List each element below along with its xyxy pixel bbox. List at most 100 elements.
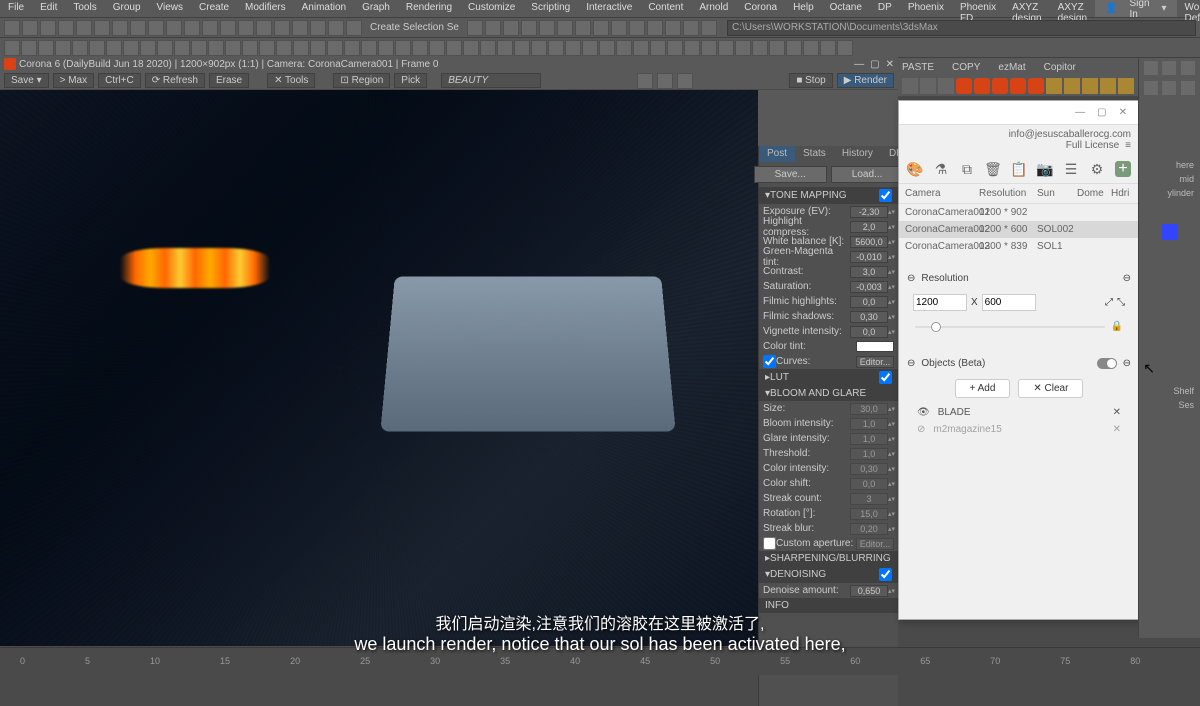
- zoom-out-icon[interactable]: [677, 73, 693, 89]
- tool-icon[interactable]: [769, 40, 785, 56]
- tool-icon[interactable]: [140, 40, 156, 56]
- tool-icon[interactable]: [225, 40, 241, 56]
- panel-icon[interactable]: [1144, 81, 1158, 95]
- tint-swatch[interactable]: [856, 341, 894, 352]
- float-titlebar[interactable]: —▢✕: [899, 101, 1139, 125]
- tool-icon[interactable]: [803, 40, 819, 56]
- menu-edit[interactable]: Edit: [32, 0, 65, 17]
- tool-icon[interactable]: [480, 40, 496, 56]
- denoise-input[interactable]: 0,650: [850, 585, 888, 597]
- close-icon[interactable]: ✕: [886, 59, 894, 70]
- collapse-icon[interactable]: ⊖: [907, 358, 915, 369]
- menu-help[interactable]: Help: [785, 0, 822, 17]
- tool-icon[interactable]: [106, 40, 122, 56]
- tool-icon[interactable]: [238, 20, 254, 36]
- tab-stats[interactable]: Stats: [795, 146, 834, 162]
- col-dome[interactable]: Dome: [1077, 188, 1111, 199]
- tool-icon[interactable]: [718, 40, 734, 56]
- spinner-icon[interactable]: ▴▾: [888, 298, 894, 306]
- tool-icon[interactable]: [202, 20, 218, 36]
- section-denoise[interactable]: ▾ DENOISING: [759, 566, 898, 583]
- settings-icon[interactable]: ⚙: [1089, 161, 1105, 177]
- zoom-in-icon[interactable]: [657, 73, 673, 89]
- tool-icon[interactable]: [752, 40, 768, 56]
- tool-icon[interactable]: [328, 20, 344, 36]
- height-input[interactable]: [982, 294, 1036, 311]
- tool-icon[interactable]: [58, 20, 74, 36]
- aperture-toggle[interactable]: [763, 537, 776, 550]
- save-dropdown[interactable]: Save ▾: [4, 73, 49, 88]
- tool-icon[interactable]: [191, 40, 207, 56]
- tool-icon[interactable]: [647, 20, 663, 36]
- filmsh-input[interactable]: 0,30: [850, 311, 888, 323]
- tool-icon[interactable]: [184, 20, 200, 36]
- tonemap-toggle[interactable]: [879, 189, 892, 202]
- spinner-icon[interactable]: ▴▾: [888, 313, 894, 321]
- exposure-input[interactable]: -2,30: [850, 206, 888, 218]
- tool-icon[interactable]: [1046, 78, 1062, 94]
- stop-button[interactable]: ■ Stop: [789, 73, 832, 88]
- colorint-input[interactable]: 0,30: [850, 463, 888, 475]
- tool-icon[interactable]: [429, 40, 445, 56]
- tool-icon[interactable]: [463, 40, 479, 56]
- tool-icon[interactable]: [412, 40, 428, 56]
- tool-icon[interactable]: [1082, 78, 1098, 94]
- spinner-icon[interactable]: ▴▾: [888, 465, 894, 473]
- tool-icon[interactable]: [683, 20, 699, 36]
- lock-icon[interactable]: 🔒: [1111, 321, 1123, 332]
- tomax-button[interactable]: > Max: [53, 73, 95, 88]
- add-icon[interactable]: +: [1115, 161, 1131, 177]
- menu-customize[interactable]: Customize: [460, 0, 523, 17]
- menu-corona[interactable]: Corona: [736, 0, 785, 17]
- close-icon[interactable]: ✕: [1119, 107, 1127, 118]
- list-icon[interactable]: ☰: [1063, 161, 1079, 177]
- close-section-icon[interactable]: ⊖: [1123, 273, 1131, 284]
- tool-icon[interactable]: [310, 40, 326, 56]
- tool-icon[interactable]: [38, 40, 54, 56]
- panel-icon[interactable]: [1162, 81, 1176, 95]
- tool-icon[interactable]: [503, 20, 519, 36]
- camera-row[interactable]: CoronaCamera0031200 * 839SOL1: [899, 238, 1139, 255]
- spinner-icon[interactable]: ▴▾: [888, 525, 894, 533]
- tool-icon[interactable]: [174, 40, 190, 56]
- tool-icon[interactable]: [166, 20, 182, 36]
- tool-icon[interactable]: [684, 40, 700, 56]
- camera-row-selected[interactable]: CoronaCamera0021200 * 600SOL002: [899, 221, 1139, 238]
- tool-icon[interactable]: [920, 78, 936, 94]
- tool-icon[interactable]: [629, 20, 645, 36]
- tool-icon[interactable]: [310, 20, 326, 36]
- tool-icon[interactable]: [633, 40, 649, 56]
- tool-icon[interactable]: [1118, 78, 1134, 94]
- object-row[interactable]: 👁BLADE✕: [907, 404, 1131, 421]
- tool-icon[interactable]: [786, 40, 802, 56]
- vig-input[interactable]: 0,0: [850, 326, 888, 338]
- clipboard-icon[interactable]: 📋: [1011, 161, 1027, 177]
- tool-icon[interactable]: [276, 40, 292, 56]
- tool-icon[interactable]: [548, 40, 564, 56]
- menu-file[interactable]: File: [0, 0, 32, 17]
- lut-toggle[interactable]: [879, 371, 892, 384]
- tool-icon[interactable]: [539, 20, 555, 36]
- corona-mat-icon[interactable]: [956, 78, 972, 94]
- minimize-icon[interactable]: —: [854, 59, 864, 70]
- tool-icon[interactable]: [611, 20, 627, 36]
- tool-icon[interactable]: [4, 40, 20, 56]
- camera-row[interactable]: CoronaCamera0011200 * 902: [899, 204, 1139, 221]
- menu-tools[interactable]: Tools: [65, 0, 104, 17]
- tool-icon[interactable]: [55, 40, 71, 56]
- expand-icon[interactable]: ⤢: [1105, 297, 1113, 308]
- menu-group[interactable]: Group: [105, 0, 149, 17]
- trash-icon[interactable]: 🗑: [985, 161, 1001, 177]
- rot-input[interactable]: 15,0: [850, 508, 888, 520]
- menu-modifiers[interactable]: Modifiers: [237, 0, 294, 17]
- spinner-icon[interactable]: ▴▾: [888, 238, 894, 246]
- tool-icon[interactable]: [148, 20, 164, 36]
- menu-octane[interactable]: Octane: [822, 0, 870, 17]
- tool-icon[interactable]: [521, 20, 537, 36]
- streakblur-input[interactable]: 0,20: [850, 523, 888, 535]
- menu-content[interactable]: Content: [640, 0, 691, 17]
- spinner-icon[interactable]: ▴▾: [888, 208, 894, 216]
- tool-icon[interactable]: [22, 20, 38, 36]
- spinner-icon[interactable]: ▴▾: [888, 253, 894, 261]
- tool-icon[interactable]: [557, 20, 573, 36]
